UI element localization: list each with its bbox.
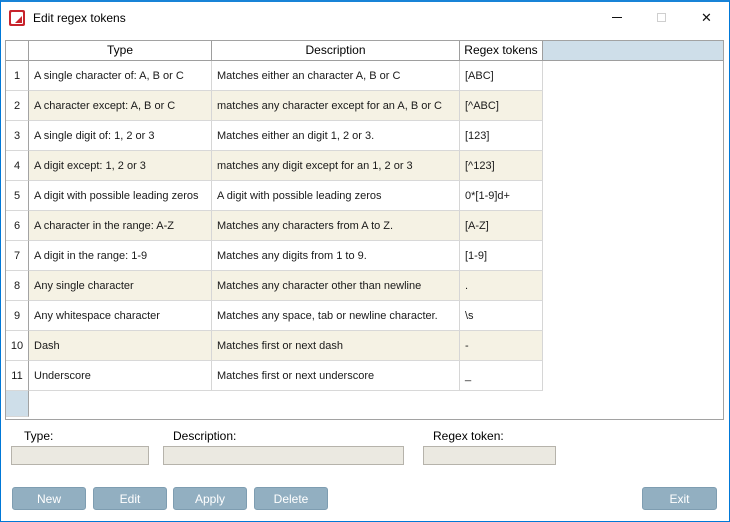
minimize-button[interactable] <box>594 2 639 33</box>
column-header-description[interactable]: Description <box>212 41 460 61</box>
type-cell: A single digit of: 1, 2 or 3 <box>29 121 212 151</box>
description-cell: Matches any space, tab or newline charac… <box>212 301 460 331</box>
app-icon <box>9 9 25 26</box>
token-cell: . <box>460 271 543 301</box>
row-number-cell: 1 <box>6 61 29 91</box>
type-input[interactable] <box>11 446 149 465</box>
row-number-cell: 10 <box>6 331 29 361</box>
token-cell: [ABC] <box>460 61 543 91</box>
type-cell: Underscore <box>29 361 212 391</box>
table-row[interactable]: 11 Underscore Matches first or next unde… <box>6 361 723 391</box>
description-cell: matches any digit except for an 1, 2 or … <box>212 151 460 181</box>
description-cell: Matches any characters from A to Z. <box>212 211 460 241</box>
description-cell: Matches any character other than newline <box>212 271 460 301</box>
description-cell: Matches either an character A, B or C <box>212 61 460 91</box>
token-cell: [1-9] <box>460 241 543 271</box>
regex-token-input[interactable] <box>423 446 556 465</box>
type-cell: A single character of: A, B or C <box>29 61 212 91</box>
table-row[interactable]: 7 A digit in the range: 1-9 Matches any … <box>6 241 723 271</box>
description-cell: Matches first or next underscore <box>212 361 460 391</box>
token-cell: [123] <box>460 121 543 151</box>
row-number-cell: 5 <box>6 181 29 211</box>
description-cell: matches any character except for an A, B… <box>212 91 460 121</box>
type-cell: Dash <box>29 331 212 361</box>
edit-regex-tokens-window: Edit regex tokens ✕ Type Description Reg… <box>0 0 730 522</box>
description-cell: Matches either an digit 1, 2 or 3. <box>212 121 460 151</box>
table-bottom-strip <box>6 391 723 419</box>
regex-table: Type Description Regex tokens 1 A single… <box>5 40 724 420</box>
row-number-cell: 4 <box>6 151 29 181</box>
row-number-cell: 6 <box>6 211 29 241</box>
description-input[interactable] <box>163 446 404 465</box>
row-number-cell: 3 <box>6 121 29 151</box>
type-label: Type: <box>24 429 54 443</box>
description-cell: Matches any digits from 1 to 9. <box>212 241 460 271</box>
new-row-indicator <box>6 391 29 417</box>
app-icon-glyph <box>15 15 22 23</box>
table-row[interactable]: 9 Any whitespace character Matches any s… <box>6 301 723 331</box>
token-cell: [A-Z] <box>460 211 543 241</box>
close-icon: ✕ <box>701 10 712 25</box>
token-cell: [^123] <box>460 151 543 181</box>
description-cell: Matches first or next dash <box>212 331 460 361</box>
table-row[interactable]: 10 Dash Matches first or next dash - <box>6 331 723 361</box>
type-cell: A character except: A, B or C <box>29 91 212 121</box>
description-label: Description: <box>173 429 237 443</box>
type-cell: A character in the range: A-Z <box>29 211 212 241</box>
delete-button[interactable]: Delete <box>254 487 328 510</box>
close-button[interactable]: ✕ <box>684 2 729 33</box>
type-cell: A digit in the range: 1-9 <box>29 241 212 271</box>
description-cell: A digit with possible leading zeros <box>212 181 460 211</box>
minimize-icon <box>611 17 622 18</box>
regex-token-label: Regex token: <box>433 429 504 443</box>
table-row[interactable]: 4 A digit except: 1, 2 or 3 matches any … <box>6 151 723 181</box>
token-cell: _ <box>460 361 543 391</box>
window-controls: ✕ <box>594 2 729 33</box>
table-header-row: Type Description Regex tokens <box>6 41 723 61</box>
token-cell: 0*[1-9]d+ <box>460 181 543 211</box>
header-corner-cell <box>6 41 29 61</box>
token-cell: - <box>460 331 543 361</box>
row-number-cell: 9 <box>6 301 29 331</box>
apply-button[interactable]: Apply <box>173 487 247 510</box>
table-row[interactable]: 5 A digit with possible leading zeros A … <box>6 181 723 211</box>
window-title: Edit regex tokens <box>33 10 126 25</box>
edit-button[interactable]: Edit <box>93 487 167 510</box>
table-row[interactable]: 1 A single character of: A, B or C Match… <box>6 61 723 91</box>
row-number-cell: 7 <box>6 241 29 271</box>
table-row[interactable]: 8 Any single character Matches any chara… <box>6 271 723 301</box>
new-button[interactable]: New <box>12 487 86 510</box>
token-cell: [^ABC] <box>460 91 543 121</box>
table-body: 1 A single character of: A, B or C Match… <box>6 61 723 391</box>
token-cell: \s <box>460 301 543 331</box>
maximize-button <box>639 2 684 33</box>
row-number-cell: 2 <box>6 91 29 121</box>
exit-button[interactable]: Exit <box>642 487 717 510</box>
type-cell: A digit with possible leading zeros <box>29 181 212 211</box>
row-number-cell: 11 <box>6 361 29 391</box>
table-row[interactable]: 6 A character in the range: A-Z Matches … <box>6 211 723 241</box>
maximize-icon <box>657 13 666 22</box>
table-row[interactable]: 3 A single digit of: 1, 2 or 3 Matches e… <box>6 121 723 151</box>
column-header-type[interactable]: Type <box>29 41 212 61</box>
type-cell: A digit except: 1, 2 or 3 <box>29 151 212 181</box>
table-row[interactable]: 2 A character except: A, B or C matches … <box>6 91 723 121</box>
header-filler <box>543 41 723 61</box>
type-cell: Any single character <box>29 271 212 301</box>
row-number-cell: 8 <box>6 271 29 301</box>
type-cell: Any whitespace character <box>29 301 212 331</box>
titlebar: Edit regex tokens ✕ <box>1 2 729 33</box>
column-header-regex-tokens[interactable]: Regex tokens <box>460 41 543 61</box>
